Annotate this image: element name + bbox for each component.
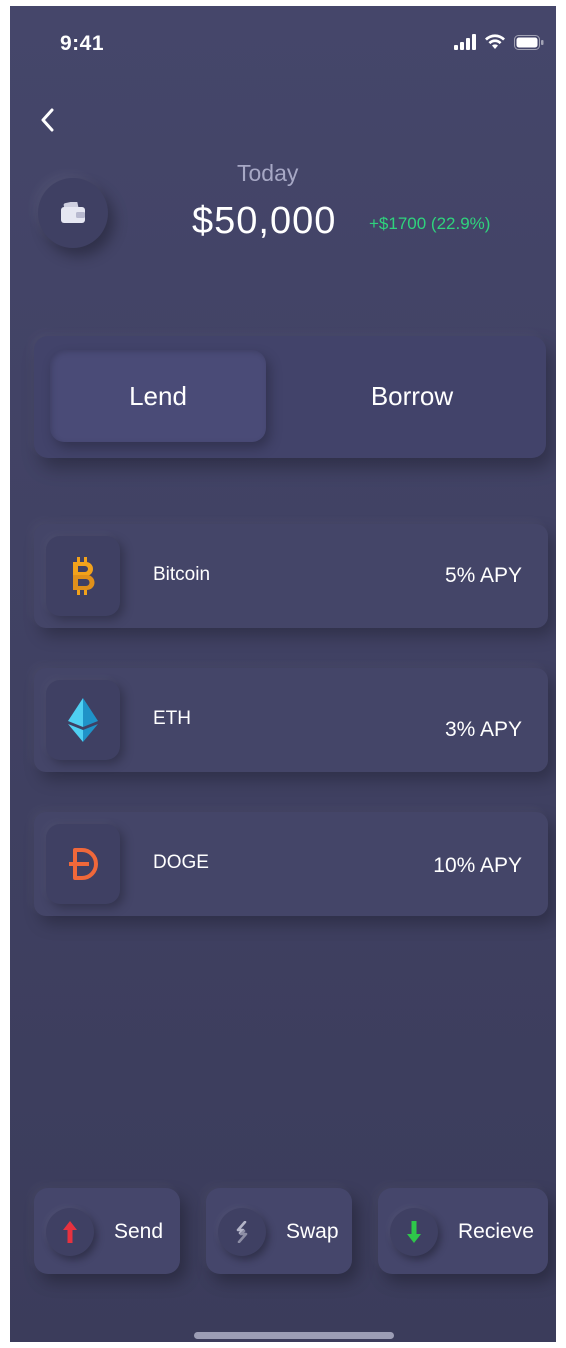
status-time: 9:41 (60, 32, 105, 55)
status-icons (454, 34, 544, 50)
home-indicator[interactable] (194, 1332, 394, 1339)
cellular-signal-icon (454, 34, 476, 50)
asset-name: DOGE (153, 852, 209, 873)
asset-row-bitcoin[interactable]: Bitcoin 5% APY (34, 524, 548, 628)
bitcoin-icon (73, 557, 95, 595)
borrow-tab[interactable]: Borrow (304, 350, 520, 442)
swap-label: Swap (286, 1220, 339, 1243)
asset-row-doge[interactable]: DOGE 10% APY (34, 812, 548, 916)
asset-row-eth[interactable]: ETH 3% APY (34, 668, 548, 772)
arrow-up-icon (63, 1221, 77, 1243)
battery-icon (514, 34, 544, 50)
asset-icon-box (46, 680, 120, 760)
balance-change: +$1700 (22.9%) (369, 214, 491, 233)
dogecoin-icon (69, 848, 98, 880)
send-button[interactable]: Send (34, 1188, 180, 1274)
back-button[interactable] (34, 106, 62, 134)
swap-icon (236, 1221, 248, 1243)
asset-apy: 3% APY (444, 718, 522, 741)
receive-label: Recieve (458, 1220, 534, 1243)
asset-name: Bitcoin (153, 564, 211, 585)
asset-icon-box (46, 824, 120, 904)
lend-borrow-toggle: Lend Borrow (34, 336, 546, 458)
today-label: Today (237, 160, 299, 186)
lend-tab[interactable]: Lend (50, 350, 266, 442)
chevron-left-icon (41, 108, 54, 132)
asset-apy: 5% APY (444, 564, 522, 587)
ethereum-icon (68, 698, 98, 742)
asset-icon-box (46, 536, 120, 616)
swap-button[interactable]: Swap (206, 1188, 352, 1274)
wallet-icon (61, 202, 85, 223)
receive-icon-circle (390, 1208, 438, 1256)
receive-button[interactable]: Recieve (378, 1188, 548, 1274)
asset-apy: 10% APY (433, 854, 522, 877)
send-label: Send (114, 1220, 164, 1243)
wifi-icon (485, 34, 505, 49)
send-icon-circle (46, 1208, 94, 1256)
balance-amount: $50,000 (192, 200, 337, 242)
screen: 9:41 Today $50,000 +$1700 (22.9%) Lend B… (10, 6, 556, 1342)
arrow-down-icon (407, 1221, 421, 1243)
swap-icon-circle (218, 1208, 266, 1256)
wallet-button[interactable] (38, 178, 108, 248)
asset-name: ETH (153, 708, 191, 729)
